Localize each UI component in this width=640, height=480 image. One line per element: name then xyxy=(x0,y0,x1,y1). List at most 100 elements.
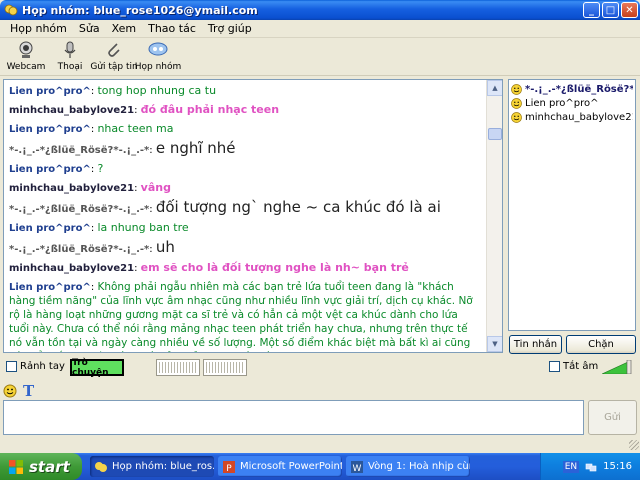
chat-message: Lien pro^pro^: nhac teen ma xyxy=(9,120,481,139)
message-button[interactable]: Tin nhắn xyxy=(509,335,562,354)
title-bar[interactable]: Họp nhóm: blue_rose1026@ymail.com _ □ ✕ xyxy=(0,0,640,20)
buddy-smiley-icon xyxy=(511,97,522,109)
message-text: e nghĩ nhé xyxy=(155,139,236,157)
participant-item[interactable]: minhchau_babylove21 xyxy=(511,110,633,124)
participant-name: minhchau_babylove21 xyxy=(525,111,633,123)
mute-checkbox[interactable]: Tắt âm xyxy=(549,361,598,372)
chat-message: Lien pro^pro^: Không phải ngẫu nhiên mà … xyxy=(9,280,481,352)
microphone-icon xyxy=(64,41,76,58)
send-file-label: Gửi tập tin xyxy=(90,62,138,72)
voice-label: Thoại xyxy=(57,62,83,72)
chat-message: *-.¡_.-*¿ßlüë_Rösë?*-.¡_.-*: e nghĩ nhé xyxy=(9,139,481,160)
message-sender: Lien pro^pro^ xyxy=(9,86,91,97)
word-icon: W xyxy=(351,460,363,474)
taskbar: start Họp nhóm: blue_ros... P Microsoft … xyxy=(0,453,640,480)
network-icon[interactable] xyxy=(585,461,597,473)
message-sender: *-.¡_.-*¿ßlüë_Rösë?*-.¡_.-* xyxy=(9,244,150,255)
messenger-icon xyxy=(4,4,18,16)
chat-message: minhchau_babylove21: đó đâu phải nhạc te… xyxy=(9,101,481,120)
scroll-down-arrow[interactable]: ▼ xyxy=(487,336,502,352)
menu-conference[interactable]: Họp nhóm xyxy=(4,22,73,35)
talk-badge[interactable]: Trò chuyện xyxy=(70,358,124,378)
message-sender: Lien pro^pro^ xyxy=(9,223,91,234)
text-format-icon[interactable]: T xyxy=(23,382,34,400)
block-button[interactable]: Chặn xyxy=(566,335,636,354)
window-title-prefix: Họp nhóm: xyxy=(22,3,90,17)
svg-text:P: P xyxy=(226,464,232,474)
message-text: đối tượng ng` nghe ~ ca khúc đó là ai xyxy=(155,198,441,216)
window-controls: _ □ ✕ xyxy=(583,2,638,18)
menu-actions[interactable]: Thao tác xyxy=(142,22,202,35)
task-conference-label: Họp nhóm: blue_ros... xyxy=(112,461,214,472)
message-sender: minhchau_babylove21 xyxy=(9,105,135,116)
mic-level-meter xyxy=(156,359,200,376)
chat-scrollbar[interactable]: ▲ ▼ xyxy=(486,80,502,352)
mute-checkbox-box[interactable] xyxy=(549,361,560,372)
message-text: nhac teen ma xyxy=(97,122,174,135)
start-label: start xyxy=(29,457,70,476)
start-button[interactable]: start xyxy=(0,453,82,480)
scroll-up-arrow[interactable]: ▲ xyxy=(487,80,502,96)
speaker-level-meter xyxy=(203,359,247,376)
send-button[interactable]: Gửi xyxy=(588,400,637,435)
message-text: ? xyxy=(97,162,104,175)
conference-button[interactable]: Họp nhóm xyxy=(134,38,182,74)
busy-checkbox[interactable]: Rảnh tay xyxy=(6,361,65,372)
format-toolbar: T xyxy=(3,382,34,400)
message-input[interactable] xyxy=(3,400,584,435)
participant-name: *-.¡_.-*¿ßlüë_Rösë?*-.¡_.-* xyxy=(525,83,633,95)
close-button[interactable]: ✕ xyxy=(621,2,638,18)
participant-name: Lien pro^pro^ xyxy=(525,97,599,109)
message-text: đó đâu phải nhạc teen xyxy=(140,103,280,116)
participant-list[interactable]: *-.¡_.-*¿ßlüë_Rösë?*-.¡_.-* Lien pro^pro^… xyxy=(508,79,636,331)
maximize-button[interactable]: □ xyxy=(602,2,619,18)
powerpoint-icon: P xyxy=(223,460,235,474)
voice-button[interactable]: Thoại xyxy=(48,38,92,74)
send-file-button[interactable]: Gửi tập tin xyxy=(90,38,138,74)
chat-message: minhchau_babylove21: vâng xyxy=(9,179,481,198)
message-sender: Lien pro^pro^ xyxy=(9,164,91,175)
conference-label: Họp nhóm xyxy=(134,62,182,72)
window-title: Họp nhóm: blue_rose1026@ymail.com xyxy=(22,4,258,17)
chat-log[interactable]: Lien pro^pro^: tong hop nhung ca tu minhc… xyxy=(3,79,503,353)
minimize-button[interactable]: _ xyxy=(583,2,600,18)
participant-item[interactable]: *-.¡_.-*¿ßlüë_Rösë?*-.¡_.-* xyxy=(511,82,633,96)
chat-message: *-.¡_.-*¿ßlüë_Rösë?*-.¡_.-*: đối tượng n… xyxy=(9,198,481,219)
task-word[interactable]: W Vòng 1: Hoà nhịp cùn... xyxy=(346,456,470,477)
busy-label: Rảnh tay xyxy=(20,361,65,372)
scroll-thumb[interactable] xyxy=(488,128,502,140)
message-sender: Lien pro^pro^ xyxy=(9,282,91,293)
chat-message: Lien pro^pro^: tong hop nhung ca tu xyxy=(9,82,481,101)
resize-grip[interactable] xyxy=(629,440,639,450)
message-text: tong hop nhung ca tu xyxy=(97,84,217,97)
chat-message: minhchau_babylove21: em sẽ cho là đối tư… xyxy=(9,259,481,278)
menu-view[interactable]: Xem xyxy=(106,22,143,35)
volume-slider[interactable] xyxy=(602,360,632,374)
paperclip-icon xyxy=(108,43,120,57)
chat-messages: Lien pro^pro^: tong hop nhung ca tu minhc… xyxy=(4,80,486,352)
menu-edit[interactable]: Sửa xyxy=(73,22,106,35)
message-text: vâng xyxy=(140,181,171,194)
message-sender: *-.¡_.-*¿ßlüë_Rösë?*-.¡_.-* xyxy=(9,145,150,156)
task-powerpoint-label: Microsoft PowerPoint ... xyxy=(240,461,342,472)
mute-label: Tắt âm xyxy=(563,361,599,372)
message-sender: *-.¡_.-*¿ßlüë_Rösë?*-.¡_.-* xyxy=(9,204,150,215)
svg-text:W: W xyxy=(353,464,362,474)
toolbar: Webcam Thoại Gửi tập tin Họp nhóm xyxy=(0,38,640,76)
participant-item[interactable]: Lien pro^pro^ xyxy=(511,96,633,110)
busy-checkbox-box[interactable] xyxy=(6,361,17,372)
task-conference[interactable]: Họp nhóm: blue_ros... xyxy=(90,456,214,477)
system-tray: EN 15:16 xyxy=(540,453,640,480)
language-indicator[interactable]: EN xyxy=(562,460,580,473)
task-powerpoint[interactable]: P Microsoft PowerPoint ... xyxy=(218,456,342,477)
chat-message: *-.¡_.-*¿ßlüë_Rösë?*-.¡_.-*: uh xyxy=(9,238,481,259)
webcam-button[interactable]: Webcam xyxy=(4,38,48,74)
message-text: uh xyxy=(155,238,175,256)
messenger-icon xyxy=(95,461,107,472)
menu-help[interactable]: Trợ giúp xyxy=(202,22,258,35)
buddy-smiley-icon xyxy=(511,83,522,95)
emoticon-icon[interactable] xyxy=(3,384,17,398)
buddy-smiley-icon xyxy=(511,111,522,123)
clock[interactable]: 15:16 xyxy=(603,461,632,472)
message-text: em sẽ cho là đối tượng nghe là nh~ bạn t… xyxy=(140,261,409,274)
